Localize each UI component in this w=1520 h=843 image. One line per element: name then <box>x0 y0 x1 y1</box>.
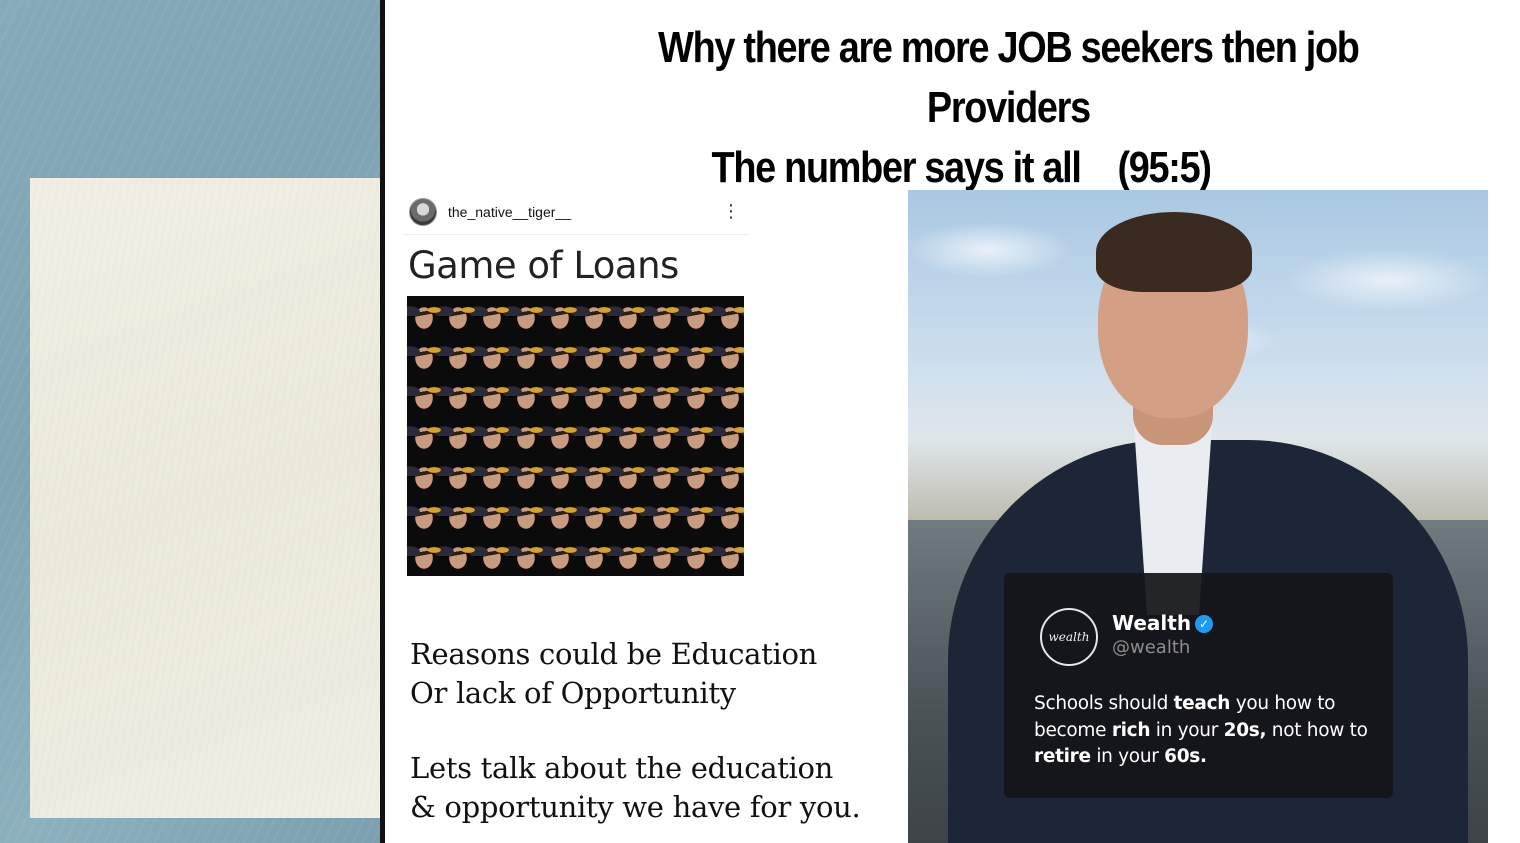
avatar-logo-text: wealth <box>1048 630 1090 644</box>
reasons-line-3: Lets talk about the education <box>410 751 834 785</box>
reasons-line-1: Reasons could be Education <box>410 637 817 671</box>
instagram-post-card: the_native__tiger__ ⋮ Game of Loans <box>402 194 750 582</box>
tweet-bold-20s: 20s, <box>1223 719 1267 741</box>
tweet-body: Schools should teach you how to become r… <box>1034 691 1386 771</box>
verified-badge-icon: ✓ <box>1195 615 1213 633</box>
tweet-bold-rich: rich <box>1111 719 1151 741</box>
tweet-text-part: in your <box>1090 746 1165 767</box>
tweet-account-name[interactable]: Wealth <box>1112 611 1191 635</box>
reasons-text-block: Reasons could be Education Or lack of Op… <box>410 635 861 826</box>
post-username[interactable]: the_native__tiger__ <box>448 204 571 220</box>
profile-avatar[interactable] <box>409 198 437 226</box>
tweet-text-part: in your <box>1150 719 1224 741</box>
wealth-logo-avatar[interactable]: wealth <box>1040 608 1098 666</box>
graduates-crowd-image <box>407 296 744 576</box>
tweet-text-part: Schools should <box>1034 693 1174 714</box>
post-heading: Game of Loans <box>408 244 679 287</box>
reasons-line-4: & opportunity we have for you. <box>410 789 861 824</box>
left-paper-sheet <box>30 178 380 818</box>
tweet-handle[interactable]: @wealth <box>1112 637 1190 658</box>
reasons-line-2: Or lack of Opportunity <box>410 675 736 710</box>
title-line-1: Why there are more JOB seekers then job … <box>658 23 1360 132</box>
slide-title: Why there are more JOB seekers then job … <box>464 18 1440 198</box>
person-hair <box>1096 212 1252 292</box>
tweet-card: wealth Wealth ✓ @wealth Schools should t… <box>1004 573 1393 798</box>
reasons-spacer <box>410 712 860 749</box>
tweet-text-part: not how to <box>1266 719 1368 741</box>
more-options-icon[interactable]: ⋮ <box>722 200 740 224</box>
vertical-divider <box>380 0 385 843</box>
title-line-2: The number says it all (95:5) <box>711 143 1212 192</box>
post-header: the_native__tiger__ ⋮ <box>402 194 750 235</box>
tweet-bold-retire: retire <box>1034 746 1091 767</box>
tweet-bold-60s: 60s. <box>1164 746 1207 767</box>
tweet-bold-teach: teach <box>1173 693 1231 714</box>
